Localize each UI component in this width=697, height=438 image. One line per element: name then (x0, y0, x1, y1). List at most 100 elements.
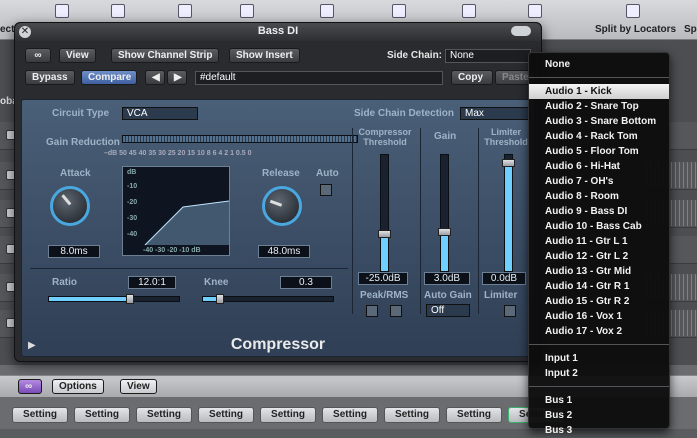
menu-item[interactable]: Audio 2 - Snare Top (529, 99, 669, 114)
view-button[interactable]: View (59, 48, 96, 63)
menu-item[interactable]: Bus 1 (529, 393, 669, 408)
setting-button[interactable]: Setting (74, 407, 130, 423)
compression-graph: dB -10 -20 -30 -40 -40 -30 -20 -10 dB (122, 166, 230, 256)
attack-knob[interactable] (50, 186, 90, 226)
rms-toggle[interactable] (390, 305, 402, 317)
setting-button[interactable]: Setting (260, 407, 316, 423)
menu-item[interactable]: Audio 11 - Gtr L 1 (529, 234, 669, 249)
show-insert-button[interactable]: Show Insert (229, 48, 300, 63)
setting-button[interactable]: Setting (198, 407, 254, 423)
setting-button[interactable]: Setting (384, 407, 440, 423)
release-knob[interactable] (262, 186, 302, 226)
piano-roll-icon[interactable] (178, 4, 192, 18)
menu-item[interactable]: Audio 1 - Kick (529, 84, 669, 99)
menu-item[interactable]: Audio 14 - Gtr R 1 (529, 279, 669, 294)
gain-reduction-meter (122, 135, 358, 143)
sc-detection-select[interactable]: Max (460, 107, 530, 120)
ratio-fill (49, 297, 130, 301)
side-chain-label: Side Chain: (387, 50, 443, 61)
region-icon[interactable] (392, 4, 406, 18)
menu-item[interactable]: Input 2 (529, 366, 669, 381)
sc-detection-label: Side Chain Detection (354, 108, 455, 119)
ratio-readout[interactable]: 12.0:1 (128, 276, 176, 289)
view-menu[interactable]: View (120, 379, 157, 394)
ratio-label: Ratio (52, 277, 77, 288)
limiter-label: Limiter (484, 290, 518, 301)
ratio-handle[interactable] (125, 294, 134, 304)
copy-button[interactable]: Copy (451, 70, 493, 85)
show-channel-strip-button[interactable]: Show Channel Strip (111, 48, 220, 63)
menu-item[interactable]: Audio 6 - Hi-Hat (529, 159, 669, 174)
split-by-locators-label[interactable]: Split by Locators (595, 24, 676, 35)
menu-item[interactable]: Audio 10 - Bass Cab (529, 219, 669, 234)
menu-item[interactable]: Audio 12 - Gtr L 2 (529, 249, 669, 264)
limiter-readout[interactable]: 0.0dB (482, 272, 526, 285)
release-label: Release (262, 168, 300, 179)
prev-preset-button[interactable]: ◀ (145, 70, 165, 85)
auto-gain-select[interactable]: Off (426, 304, 470, 317)
setting-button[interactable]: Setting (136, 407, 192, 423)
next-preset-button[interactable]: ▶ (167, 70, 187, 85)
bypass-button[interactable]: Bypass (25, 70, 75, 85)
limiter-handle[interactable] (502, 159, 515, 168)
menu-item[interactable]: Audio 15 - Gtr R 2 (529, 294, 669, 309)
peak-toggle[interactable] (366, 305, 378, 317)
options-menu[interactable]: Options (52, 379, 104, 394)
preset-select[interactable]: #default (195, 71, 443, 85)
plugin-titlebar[interactable]: ✕ Bass DI (15, 23, 541, 41)
limiter-fill (505, 163, 512, 271)
menu-item[interactable]: Audio 3 - Snare Bottom (529, 114, 669, 129)
split-icon[interactable] (462, 4, 476, 18)
menu-item[interactable]: Audio 7 - OH's (529, 174, 669, 189)
auto-gain-label: Auto Gain (424, 290, 472, 301)
compare-button[interactable]: Compare (81, 70, 137, 85)
threshold-readout[interactable]: -25.0dB (358, 272, 408, 285)
gain-readout[interactable]: 3.0dB (424, 272, 470, 285)
setting-button[interactable]: Setting (446, 407, 502, 423)
threshold-handle[interactable] (378, 229, 391, 238)
limiter-fader[interactable] (502, 154, 515, 272)
release-readout[interactable]: 48.0ms (258, 245, 310, 258)
gain-handle[interactable] (438, 227, 451, 236)
add-track-icon[interactable] (320, 4, 334, 18)
menu-item[interactable]: Bus 3 (529, 423, 669, 438)
attack-readout[interactable]: 8.0ms (48, 245, 100, 258)
toolbar-toggle-icon[interactable] (511, 26, 531, 36)
grid-icon[interactable] (55, 4, 69, 18)
side-chain-select[interactable]: None (445, 49, 531, 63)
gain-fill (441, 231, 448, 271)
knee-slider[interactable] (202, 294, 334, 304)
gain-fader[interactable] (438, 154, 451, 272)
join-icon[interactable] (528, 4, 542, 18)
link-icon[interactable]: ∞ (25, 48, 51, 63)
knee-readout[interactable]: 0.3 (280, 276, 332, 289)
menu-item[interactable]: Audio 5 - Floor Tom (529, 144, 669, 159)
setting-button[interactable]: Setting (12, 407, 68, 423)
menu-item[interactable]: Audio 8 - Room (529, 189, 669, 204)
menu-item[interactable]: Audio 16 - Vox 1 (529, 309, 669, 324)
compressor-title: Compressor (230, 336, 326, 353)
menu-item[interactable]: None (529, 57, 669, 72)
mixer-icon[interactable] (111, 4, 125, 18)
terminal-icon[interactable] (240, 4, 254, 18)
knee-handle[interactable] (215, 294, 224, 304)
plugin-window: ✕ Bass DI ∞ View Show Channel Strip Show… (14, 22, 542, 362)
menu-item[interactable]: Audio 17 - Vox 2 (529, 324, 669, 339)
link-icon[interactable]: ∞ (18, 379, 42, 394)
menu-item[interactable]: Audio 13 - Gtr Mid (529, 264, 669, 279)
setting-button[interactable]: Setting (322, 407, 378, 423)
ratio-slider[interactable] (48, 294, 180, 304)
menu-separator (529, 344, 669, 345)
split-partial-label[interactable]: Sp (684, 24, 697, 35)
split-locators-icon[interactable] (626, 4, 640, 18)
menu-item[interactable]: Audio 4 - Rack Tom (529, 129, 669, 144)
threshold-fader[interactable] (378, 154, 391, 272)
side-chain-menu: None Audio 1 - Kick Audio 2 - Snare Top Aud… (528, 52, 670, 436)
menu-item[interactable]: Bus 2 (529, 408, 669, 423)
circuit-type-select[interactable]: VCA (122, 107, 198, 120)
menu-item[interactable]: Audio 9 - Bass DI (529, 204, 669, 219)
menu-item[interactable]: Input 1 (529, 351, 669, 366)
divider (478, 128, 479, 314)
auto-release-toggle[interactable] (320, 184, 332, 196)
limiter-toggle[interactable] (504, 305, 516, 317)
